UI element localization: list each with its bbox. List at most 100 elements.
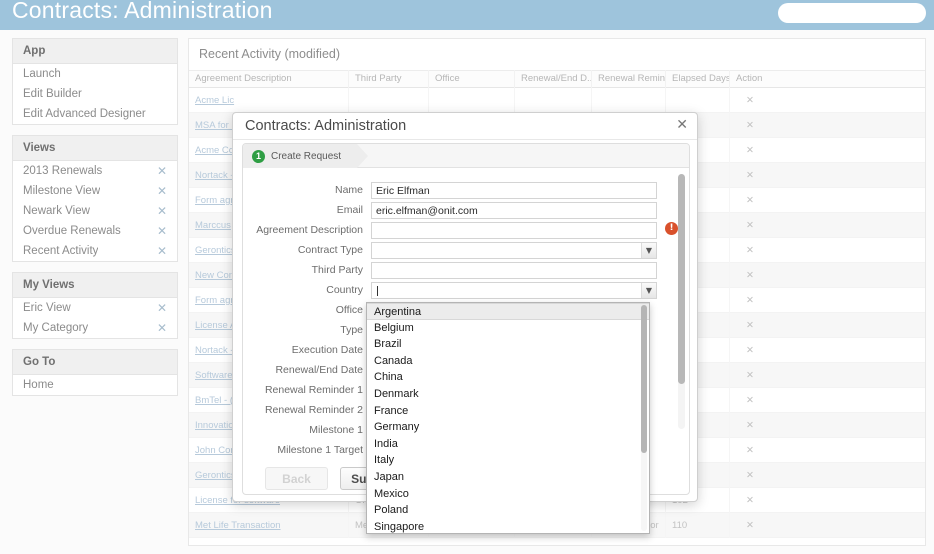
close-icon[interactable]: ✕: [676, 118, 688, 132]
delete-row-icon[interactable]: ✕: [730, 263, 764, 288]
column-header-action[interactable]: Action: [730, 70, 764, 88]
sidebar-item-label: Milestone View: [23, 185, 101, 197]
country-option[interactable]: Argentina: [367, 303, 649, 320]
sidebar-panel-views-header: Views: [13, 136, 177, 161]
remove-view-icon[interactable]: ✕: [157, 245, 167, 257]
remove-view-icon[interactable]: ✕: [157, 322, 167, 334]
remove-view-icon[interactable]: ✕: [157, 185, 167, 197]
country-option[interactable]: Singapore: [367, 519, 649, 533]
country-option[interactable]: Denmark: [367, 386, 649, 403]
cell-third-party: [349, 87, 429, 113]
sidebar-item-label: Edit Builder: [23, 88, 82, 100]
country-option[interactable]: Brazil: [367, 336, 649, 353]
cell-agreement-description[interactable]: Met Life Transaction: [189, 512, 349, 538]
country-option[interactable]: Canada: [367, 353, 649, 370]
global-search-input[interactable]: [778, 3, 926, 23]
sidebar-item-launch[interactable]: Launch: [13, 64, 177, 84]
column-header-third-party[interactable]: Third Party: [349, 70, 429, 88]
name-input[interactable]: [371, 182, 657, 200]
grid-header-row: Agreement Description Third Party Office…: [189, 70, 925, 88]
sidebar-item-milestone-view[interactable]: Milestone View ✕: [13, 181, 177, 201]
modal-scrollbar-thumb[interactable]: [678, 174, 685, 384]
sidebar-item-2013-renewals[interactable]: 2013 Renewals ✕: [13, 161, 177, 181]
delete-row-icon[interactable]: ✕: [730, 438, 764, 463]
sidebar-item-home[interactable]: Home: [13, 375, 177, 395]
delete-row-icon[interactable]: ✕: [730, 413, 764, 438]
country-option[interactable]: Mexico: [367, 486, 649, 503]
agreement-description-input[interactable]: [371, 222, 657, 240]
sidebar-item-label: 2013 Renewals: [23, 165, 103, 177]
delete-row-icon[interactable]: ✕: [730, 513, 764, 538]
table-row[interactable]: Acme Lic ✕: [189, 87, 925, 113]
delete-row-icon[interactable]: ✕: [730, 288, 764, 313]
chevron-down-icon[interactable]: ▼: [641, 242, 656, 258]
delete-row-icon[interactable]: ✕: [730, 213, 764, 238]
cell-agreement-description[interactable]: Acme Lic: [189, 87, 349, 113]
delete-row-icon[interactable]: ✕: [730, 463, 764, 488]
remove-view-icon[interactable]: ✕: [157, 225, 167, 237]
column-header-renewal-reminder[interactable]: Renewal Remin...: [592, 70, 666, 88]
field-control-email: [371, 201, 657, 220]
country-dropdown-list[interactable]: Argentina Belgium Brazil Canada China Denmark…: [366, 302, 650, 534]
email-input[interactable]: [371, 202, 657, 220]
sidebar-item-edit-advanced-designer[interactable]: Edit Advanced Designer: [13, 104, 177, 124]
delete-row-icon[interactable]: ✕: [730, 163, 764, 188]
field-label-office: Office: [335, 304, 363, 316]
field-label-name: Name: [334, 184, 363, 196]
delete-row-icon[interactable]: ✕: [730, 313, 764, 338]
contract-type-select[interactable]: ▼: [371, 241, 657, 259]
field-label-contract-type: Contract Type: [297, 244, 363, 256]
top-header-bar: Contracts: Administration: [0, 0, 934, 30]
sidebar-item-label: Overdue Renewals: [23, 225, 121, 237]
sidebar-item-eric-view[interactable]: Eric View ✕: [13, 298, 177, 318]
country-option[interactable]: Poland: [367, 502, 649, 519]
field-control-country: ▼: [371, 281, 657, 299]
column-header-elapsed-days[interactable]: Elapsed Days: [666, 70, 730, 88]
tab-create-request[interactable]: 1 Create Request: [243, 144, 369, 168]
column-header-agreement-description[interactable]: Agreement Description: [189, 70, 349, 88]
field-row-agreement-description: Agreement Description !: [243, 220, 689, 240]
remove-view-icon[interactable]: ✕: [157, 165, 167, 177]
country-select[interactable]: ▼: [371, 281, 657, 299]
sidebar-item-overdue-renewals[interactable]: Overdue Renewals ✕: [13, 221, 177, 241]
delete-row-icon[interactable]: ✕: [730, 488, 764, 513]
modal-scrollbar[interactable]: [678, 174, 685, 429]
country-option[interactable]: France: [367, 403, 649, 420]
country-option[interactable]: India: [367, 436, 649, 453]
delete-row-icon[interactable]: ✕: [730, 388, 764, 413]
third-party-input[interactable]: [371, 262, 657, 280]
delete-row-icon[interactable]: ✕: [730, 88, 764, 113]
sidebar-item-newark-view[interactable]: Newark View ✕: [13, 201, 177, 221]
column-header-renewal-end-date[interactable]: Renewal/End D...: [515, 70, 592, 88]
country-option[interactable]: Italy: [367, 452, 649, 469]
sidebar-item-label: Edit Advanced Designer: [23, 108, 146, 120]
dropdown-scrollbar-thumb[interactable]: [641, 305, 647, 453]
chevron-down-icon[interactable]: ▼: [641, 282, 656, 298]
remove-view-icon[interactable]: ✕: [157, 302, 167, 314]
sidebar-item-edit-builder[interactable]: Edit Builder: [13, 84, 177, 104]
delete-row-icon[interactable]: ✕: [730, 238, 764, 263]
app-root: Contracts: Administration App Launch Edi…: [0, 0, 934, 554]
field-row-name: Name: [243, 180, 689, 200]
back-button[interactable]: Back: [265, 467, 328, 490]
field-control-agreement-description: !: [371, 221, 678, 240]
sidebar-item-recent-activity[interactable]: Recent Activity ✕: [13, 241, 177, 261]
field-label-agreement-description: Agreement Description: [256, 224, 363, 236]
remove-view-icon[interactable]: ✕: [157, 205, 167, 217]
dropdown-scrollbar[interactable]: [641, 305, 647, 531]
delete-row-icon[interactable]: ✕: [730, 338, 764, 363]
modal-title: Contracts: Administration: [245, 118, 407, 134]
country-option[interactable]: Belgium: [367, 320, 649, 337]
field-row-third-party: Third Party: [243, 260, 689, 280]
field-control-name: [371, 181, 657, 200]
delete-row-icon[interactable]: ✕: [730, 138, 764, 163]
country-option[interactable]: Germany: [367, 419, 649, 436]
column-header-office[interactable]: Office: [429, 70, 515, 88]
country-option[interactable]: Japan: [367, 469, 649, 486]
delete-row-icon[interactable]: ✕: [730, 113, 764, 138]
country-option[interactable]: China: [367, 369, 649, 386]
sidebar-item-my-category[interactable]: My Category ✕: [13, 318, 177, 338]
field-row-email: Email: [243, 200, 689, 220]
delete-row-icon[interactable]: ✕: [730, 363, 764, 388]
delete-row-icon[interactable]: ✕: [730, 188, 764, 213]
